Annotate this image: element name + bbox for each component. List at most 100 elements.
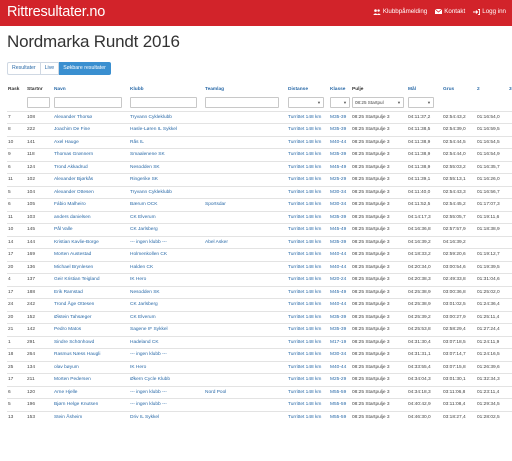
cell-distanse[interactable]: Turrittet 148 km: [287, 298, 329, 311]
cell-team[interactable]: [204, 348, 287, 361]
cell-team[interactable]: [204, 210, 287, 224]
cell-navn[interactable]: Sindre Schönhowd: [53, 335, 129, 349]
col-header-rank[interactable]: Rask: [7, 84, 26, 95]
cell-navn[interactable]: Fábio Malheiro: [53, 198, 129, 211]
cell-navn[interactable]: Pedro Matos: [53, 323, 129, 336]
cell-navn[interactable]: Trond Åge Ottesen: [53, 298, 129, 311]
cell-navn[interactable]: Arne Hjelle: [53, 385, 129, 399]
cell-klubb[interactable]: Økern Cycle Klubb: [129, 373, 204, 386]
cell-klasse[interactable]: M45-49: [329, 285, 351, 299]
cell-klubb[interactable]: Sagene IF Sykkel: [129, 323, 204, 336]
cell-navn[interactable]: Stein Åsheim: [53, 410, 129, 424]
cell-navn[interactable]: Geir Kristian Teigland: [53, 273, 129, 286]
cell-klasse[interactable]: M35-39: [329, 148, 351, 161]
cell-distanse[interactable]: Turrittet 148 km: [287, 173, 329, 186]
cell-navn[interactable]: Erik Ramstad: [53, 285, 129, 299]
cell-team[interactable]: [204, 335, 287, 349]
cell-klasse[interactable]: M30-34: [329, 198, 351, 211]
cell-distanse[interactable]: Turrittet 148 km: [287, 235, 329, 249]
cell-klasse[interactable]: M35-39: [329, 123, 351, 136]
cell-distanse[interactable]: Turrittet 148 km: [287, 123, 329, 136]
cell-klubb[interactable]: CK Jarlsberg: [129, 223, 204, 236]
cell-klubb[interactable]: Driv IL Sykkel: [129, 410, 204, 424]
cell-klubb[interactable]: CK Jarlsberg: [129, 298, 204, 311]
cell-klubb[interactable]: Bærum OCK: [129, 198, 204, 211]
cell-klubb[interactable]: Rås IL: [129, 135, 204, 149]
cell-navn[interactable]: Pål Valle: [53, 223, 129, 236]
cell-klubb[interactable]: Ringerike SK: [129, 173, 204, 186]
cell-klubb[interactable]: IK Hero: [129, 360, 204, 374]
cell-navn[interactable]: Øistein Tahsæger: [53, 310, 129, 324]
cell-team[interactable]: [204, 410, 287, 424]
cell-klubb[interactable]: Smaalenene SK: [129, 148, 204, 161]
cell-klasse[interactable]: M35-39: [329, 110, 351, 124]
cell-team[interactable]: [204, 273, 287, 286]
col-header-startnr[interactable]: Startnr: [26, 84, 53, 95]
tab-sokbare-resultater[interactable]: Søkbare resultater: [59, 62, 111, 75]
cell-distanse[interactable]: Turrittet 148 km: [287, 360, 329, 374]
cell-distanse[interactable]: Turrittet 148 km: [287, 348, 329, 361]
cell-distanse[interactable]: Turrittet 148 km: [287, 323, 329, 336]
cell-klasse[interactable]: M17-19: [329, 335, 351, 349]
cell-distanse[interactable]: Turrittet 148 km: [287, 335, 329, 349]
cell-navn[interactable]: Morten Austestad: [53, 248, 129, 261]
cell-navn[interactable]: Kristian Kavlie-Borge: [53, 235, 129, 249]
cell-klasse[interactable]: M30-34: [329, 348, 351, 361]
cell-navn[interactable]: Alexander Bjørkås: [53, 173, 129, 186]
navn-filter-input[interactable]: [54, 97, 122, 109]
cell-klubb[interactable]: Nesodden SK: [129, 285, 204, 299]
tab-resultater[interactable]: Resultater: [7, 62, 41, 75]
cell-distanse[interactable]: Turrittet 148 km: [287, 285, 329, 299]
cell-team[interactable]: Nord Pool: [204, 385, 287, 399]
cell-team[interactable]: [204, 310, 287, 324]
nav-link-kontakt[interactable]: Kontakt: [435, 8, 465, 15]
cell-team[interactable]: [204, 110, 287, 124]
maal-filter-select[interactable]: ▼: [408, 97, 434, 109]
cell-distanse[interactable]: Turrittet 148 km: [287, 273, 329, 286]
cell-klasse[interactable]: M35-39: [329, 210, 351, 224]
cell-team[interactable]: [204, 123, 287, 136]
cell-team[interactable]: [204, 173, 287, 186]
cell-team[interactable]: [204, 248, 287, 261]
cell-klasse[interactable]: M20-24: [329, 273, 351, 286]
cell-klasse[interactable]: M55-59: [329, 385, 351, 399]
cell-klasse[interactable]: M25-29: [329, 373, 351, 386]
cell-team[interactable]: [204, 323, 287, 336]
cell-team[interactable]: [204, 398, 287, 411]
cell-navn[interactable]: Michael Brynlesen: [53, 260, 129, 274]
cell-team[interactable]: [204, 223, 287, 236]
cell-klubb[interactable]: CK Elverum: [129, 210, 204, 224]
startnr-filter-input[interactable]: [27, 97, 51, 109]
cell-navn[interactable]: Alexander Thorsø: [53, 110, 129, 124]
col-header-grus[interactable]: Grus: [442, 84, 476, 95]
tab-live[interactable]: Live: [40, 62, 60, 75]
cell-distanse[interactable]: Turrittet 148 km: [287, 310, 329, 324]
cell-klasse[interactable]: M25-29: [329, 173, 351, 186]
col-header-klubb[interactable]: Klubb: [129, 84, 204, 95]
cell-klubb[interactable]: Holmenkollen CK: [129, 248, 204, 261]
cell-klasse[interactable]: M40-44: [329, 260, 351, 274]
col-header-distanse[interactable]: Distanse: [287, 84, 329, 95]
cell-klubb[interactable]: IK Hero: [129, 273, 204, 286]
cell-klubb[interactable]: CK Elverum: [129, 310, 204, 324]
cell-distanse[interactable]: Turrittet 148 km: [287, 385, 329, 399]
cell-klasse[interactable]: M45-49: [329, 160, 351, 174]
cell-klubb[interactable]: --- ingen klubb ---: [129, 235, 204, 249]
cell-team[interactable]: Abel Asker: [204, 235, 287, 249]
cell-navn[interactable]: Alexander Ottesen: [53, 185, 129, 199]
col-header-navn[interactable]: Navn: [53, 84, 129, 95]
cell-klubb[interactable]: Hadeland CK: [129, 335, 204, 349]
col-header-split-3[interactable]: 3: [508, 84, 512, 95]
cell-distanse[interactable]: Turrittet 148 km: [287, 223, 329, 236]
cell-klubb[interactable]: --- ingen klubb ---: [129, 348, 204, 361]
cell-navn[interactable]: anders danielsen: [53, 210, 129, 224]
cell-klasse[interactable]: M35-39: [329, 235, 351, 249]
col-header-teamlag[interactable]: Teamlag: [204, 84, 287, 95]
col-header-pulje[interactable]: Pulje: [351, 84, 407, 95]
cell-klubb[interactable]: Halden CK: [129, 260, 204, 274]
cell-distanse[interactable]: Turrittet 148 km: [287, 135, 329, 149]
cell-distanse[interactable]: Turrittet 148 km: [287, 260, 329, 274]
cell-navn[interactable]: Joachim De Fine: [53, 123, 129, 136]
cell-distanse[interactable]: Turrittet 148 km: [287, 148, 329, 161]
cell-klasse[interactable]: M55-59: [329, 410, 351, 424]
